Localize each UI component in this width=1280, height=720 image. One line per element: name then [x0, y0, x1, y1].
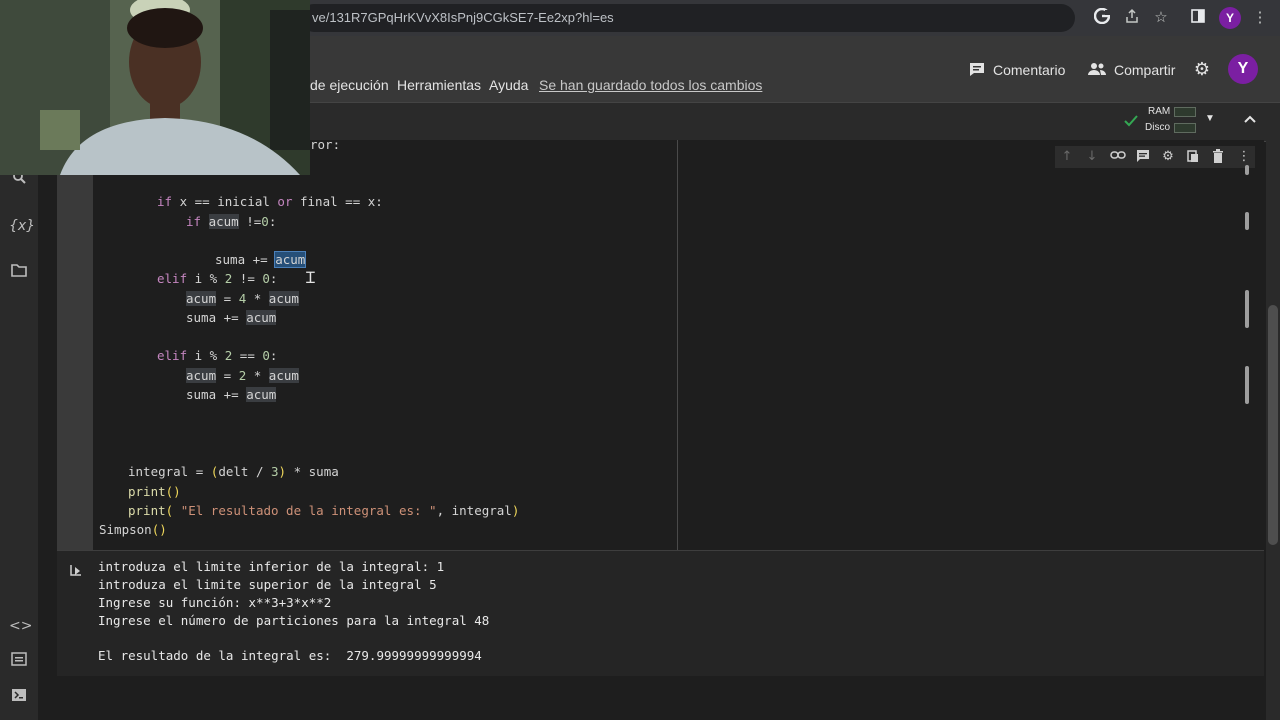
link-icon[interactable]: [1109, 149, 1127, 165]
menu-help[interactable]: Ayuda: [489, 77, 528, 93]
comment-button[interactable]: Comentario: [993, 60, 1065, 80]
move-down-icon[interactable]: ↓: [1083, 149, 1101, 165]
browser-menu-icon[interactable]: ⋮: [1250, 8, 1270, 28]
move-up-icon[interactable]: ↑: [1058, 149, 1076, 165]
page-scrollbar-thumb[interactable]: [1268, 305, 1278, 545]
comment-icon[interactable]: [968, 61, 986, 77]
code-line-11: print(): [128, 484, 181, 499]
code-line-13: Simpson(): [99, 522, 167, 537]
share-button[interactable]: Compartir: [1114, 60, 1175, 80]
scroll-marker: [1245, 165, 1249, 175]
output-line-2: introduza el limite superior de la integ…: [98, 577, 437, 592]
code-line-7: elif i % 2 == 0:: [157, 348, 278, 363]
webcam-overlay: [0, 0, 310, 175]
command-palette-icon[interactable]: [9, 652, 29, 672]
resources-dropdown-icon[interactable]: ▼: [1205, 113, 1217, 124]
variables-icon[interactable]: {x}: [9, 216, 35, 236]
disk-label: Disco: [1145, 122, 1171, 133]
collapse-header-icon[interactable]: [1242, 112, 1258, 126]
code-line-4: elif i % 2 != 0:: [157, 271, 278, 286]
disk-usage-bar[interactable]: [1174, 123, 1196, 133]
output-line-4: Ingrese el número de particiones para la…: [98, 613, 490, 628]
people-icon[interactable]: [1087, 61, 1107, 77]
connected-check-icon: [1123, 114, 1139, 128]
settings-gear-icon[interactable]: ⚙: [1192, 60, 1212, 80]
scroll-marker: [1245, 366, 1249, 404]
mirror-cell-icon[interactable]: [1184, 149, 1202, 165]
save-status-link[interactable]: Se han guardado todos los cambios: [539, 77, 762, 93]
cell-settings-icon[interactable]: ⚙: [1159, 149, 1177, 165]
menu-tools[interactable]: Herramientas: [397, 77, 481, 93]
code-line-8: acum = 2 * acum: [186, 368, 299, 383]
menu-runtime[interactable]: de ejecución: [310, 77, 389, 93]
ram-usage-bar[interactable]: [1174, 107, 1196, 117]
output-line-1: introduza el limite inferior de la integ…: [98, 559, 445, 574]
url-text[interactable]: ve/131R7GPqHrKVvX8IsPnj9CGkSE7-Ee2xp?hl=…: [312, 10, 614, 25]
bookmark-star-icon[interactable]: ☆: [1151, 8, 1171, 28]
code-line-partial: ror:: [310, 137, 341, 152]
scroll-marker: [1245, 212, 1249, 230]
browser-profile-avatar[interactable]: Y: [1219, 7, 1241, 29]
code-snippets-icon[interactable]: <>: [9, 616, 32, 636]
code-line-6: suma += acum: [186, 310, 277, 325]
output-line-3: Ingrese su función: x**3+3*x**2: [98, 595, 332, 610]
code-line-3: suma += acum: [215, 251, 307, 268]
text-cursor-icon: Ɪ: [306, 268, 315, 287]
scroll-marker: [1245, 290, 1249, 328]
code-line-1: if x == inicial or final == x:: [157, 194, 383, 209]
code-line-12: print( "El resultado de la integral es: …: [128, 503, 520, 518]
output-line-6: El resultado de la integral es: 279.9999…: [98, 648, 482, 663]
code-line-10: integral = (delt / 3) * suma: [128, 464, 339, 479]
split-pane: [678, 140, 1264, 550]
terminal-icon[interactable]: [9, 688, 29, 708]
code-line-5: acum = 4 * acum: [186, 291, 299, 306]
side-panel-icon[interactable]: [1188, 8, 1208, 28]
user-avatar[interactable]: Y: [1228, 54, 1258, 84]
folder-icon[interactable]: [9, 263, 29, 283]
ram-label: RAM: [1148, 106, 1171, 117]
code-line-2: if acum !=0:: [186, 214, 277, 229]
delete-icon[interactable]: [1209, 149, 1227, 165]
comment-cell-icon[interactable]: [1134, 149, 1152, 165]
more-icon[interactable]: ⋮: [1235, 149, 1253, 165]
share-page-icon[interactable]: [1122, 8, 1142, 28]
code-line-9: suma += acum: [186, 387, 277, 402]
cell-gutter[interactable]: [57, 140, 93, 550]
google-icon[interactable]: [1092, 7, 1112, 28]
output-options-icon[interactable]: [68, 562, 84, 578]
